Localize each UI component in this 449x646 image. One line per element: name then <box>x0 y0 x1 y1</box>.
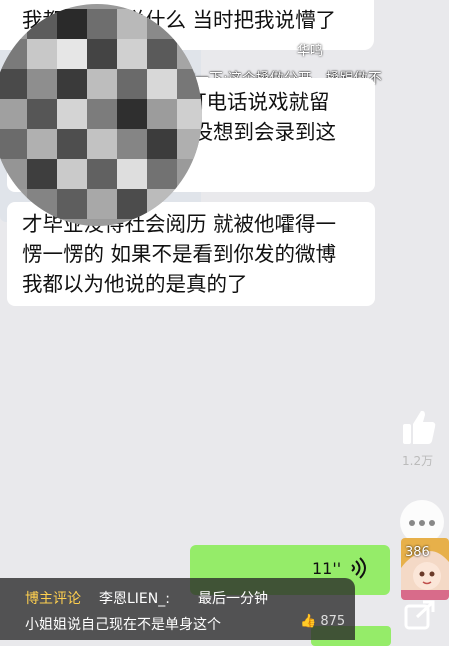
voice-wave-icon <box>350 557 368 584</box>
share-icon[interactable] <box>403 598 437 636</box>
comment-text: 最后一分钟 <box>198 591 268 607</box>
comment-text: 小姐姐说自己现在不是单身这个 <box>25 617 221 633</box>
like-icon[interactable] <box>401 408 437 450</box>
voice-duration: 11'' <box>312 559 342 578</box>
message-line: 愣一愣的 如果不是看到你发的微博 <box>22 242 337 266</box>
comment-tag: 博主评论 <box>25 591 81 607</box>
dot-icon <box>419 520 425 526</box>
comment-username[interactable]: 李恩LIEN_: <box>99 588 170 608</box>
like-count: 1.2万 <box>402 454 434 468</box>
thumb-icon: 👍 <box>300 614 317 629</box>
overlay-username: 华鸣 <box>297 44 324 59</box>
comment-like-number: 875 <box>320 614 346 629</box>
avatar-count: 386 <box>405 545 430 560</box>
dot-icon <box>409 520 415 526</box>
message-line: 我都以为他说的是真的了 <box>22 272 248 296</box>
pinned-comment[interactable]: 博主评论 李恩LIEN_: 最后一分钟 小姐姐说自己现在不是单身这个 👍 875 <box>0 578 355 640</box>
dot-icon <box>429 520 435 526</box>
comment-like-count: 👍 875 <box>300 614 345 629</box>
pixelated-image <box>0 4 202 226</box>
